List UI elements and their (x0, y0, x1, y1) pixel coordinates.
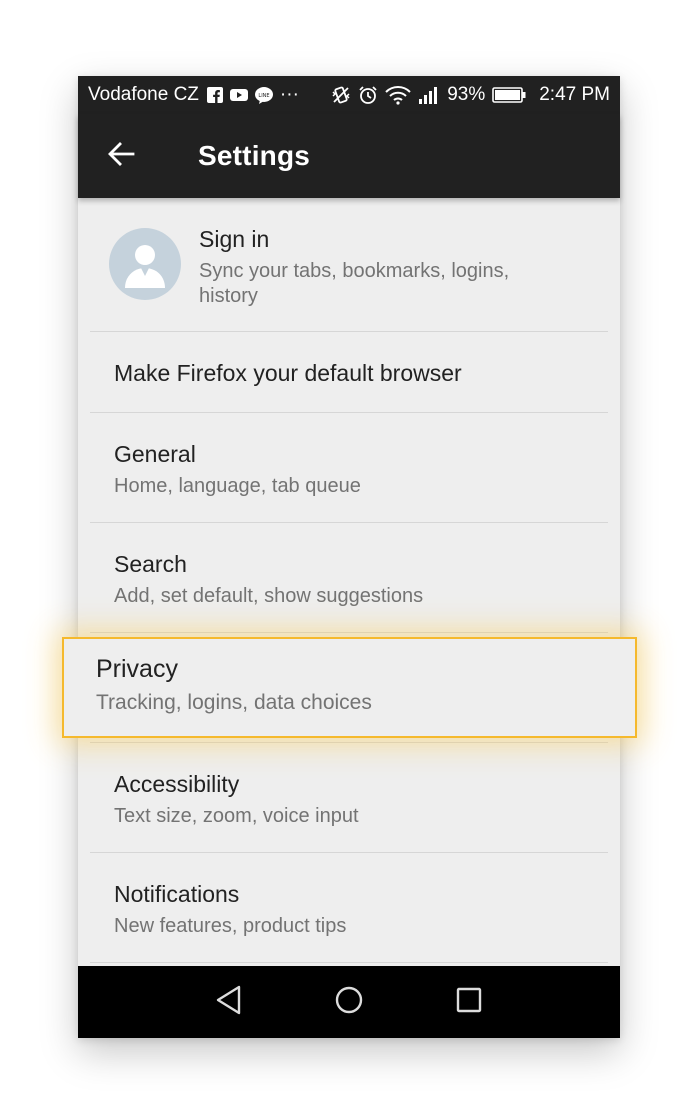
back-triangle-icon (215, 985, 243, 1020)
settings-item-search[interactable]: Search Add, set default, show suggestion… (78, 523, 620, 632)
svg-text:LINE: LINE (258, 93, 269, 99)
general-subtitle: Home, language, tab queue (114, 475, 361, 497)
settings-list: Sign in Sync your tabs, bookmarks, login… (78, 198, 620, 966)
divider (90, 962, 608, 963)
wifi-icon (385, 85, 411, 105)
general-title: General (114, 441, 196, 467)
settings-item-accessibility[interactable]: Accessibility Text size, zoom, voice inp… (78, 743, 620, 852)
youtube-icon (229, 88, 248, 102)
app-bar: Settings (78, 114, 620, 198)
privacy-subtitle: Tracking, logins, data choices (96, 691, 372, 714)
signal-icon (418, 86, 440, 104)
nav-back-button[interactable] (199, 972, 259, 1032)
search-subtitle: Add, set default, show suggestions (114, 585, 424, 607)
settings-item-general[interactable]: General Home, language, tab queue (78, 413, 620, 522)
notifications-subtitle: New features, product tips (114, 915, 347, 937)
navigation-bar (78, 966, 620, 1038)
battery-percent: 93% (447, 84, 486, 105)
sign-in-subtitle: Sync your tabs, bookmarks, logins, histo… (199, 260, 510, 307)
carrier-name: Vodafone CZ (88, 84, 199, 105)
arrow-left-icon (107, 140, 135, 173)
nav-home-button[interactable] (319, 972, 379, 1032)
privacy-title: Privacy (96, 655, 178, 683)
nav-recents-button[interactable] (439, 972, 499, 1032)
notifications-title: Notifications (114, 881, 240, 907)
settings-item-notifications[interactable]: Notifications New features, product tips (78, 853, 620, 962)
avatar-icon (109, 228, 181, 300)
overflow-dots: ··· (279, 84, 299, 105)
clock: 2:47 PM (539, 84, 610, 105)
page-title: Settings (198, 140, 311, 171)
sign-in-title: Sign in (199, 226, 270, 252)
status-bar: Vodafone CZ LINE ··· 93% 2:47 PM (78, 76, 620, 114)
vibrate-icon (331, 85, 351, 105)
recents-square-icon (455, 986, 483, 1019)
accessibility-subtitle: Text size, zoom, voice input (114, 805, 359, 827)
alarm-icon (358, 85, 378, 105)
settings-item-default-browser[interactable]: Make Firefox your default browser (78, 332, 620, 412)
divider (90, 632, 608, 633)
line-icon: LINE (254, 86, 273, 104)
phone-screen: Vodafone CZ LINE ··· 93% 2:47 PM Setting… (78, 76, 620, 1038)
battery-icon (492, 87, 526, 103)
back-button[interactable] (90, 125, 152, 187)
accessibility-title: Accessibility (114, 771, 240, 797)
settings-item-sign-in[interactable]: Sign in Sync your tabs, bookmarks, login… (78, 198, 620, 331)
home-circle-icon (334, 985, 364, 1020)
search-title: Search (114, 551, 187, 577)
default-browser-title: Make Firefox your default browser (114, 360, 462, 386)
facebook-icon (206, 87, 223, 103)
settings-item-privacy[interactable]: Privacy Tracking, logins, data choices (62, 637, 637, 738)
